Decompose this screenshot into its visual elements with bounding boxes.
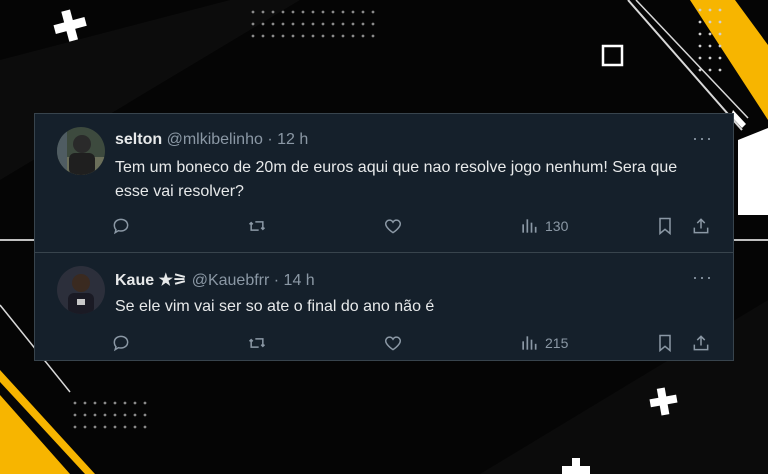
timestamp[interactable]: · 12 h (267, 131, 308, 148)
tweet[interactable]: Kaue ★⚞ @Kauebfrr · 14 h ··· Se ele vim … (35, 253, 733, 361)
like-icon[interactable] (383, 214, 403, 238)
more-icon[interactable]: ··· (692, 128, 713, 149)
views-icon[interactable]: 130 (519, 214, 568, 238)
display-name[interactable]: selton (115, 131, 162, 148)
retweet-icon[interactable] (247, 214, 267, 238)
view-count: 215 (545, 335, 569, 351)
handle[interactable]: @Kauebfrr (192, 272, 270, 289)
bookmark-icon[interactable] (655, 331, 675, 355)
avatar[interactable] (57, 127, 105, 175)
views-icon[interactable]: 215 (519, 331, 568, 355)
tweet-card: selton @mlkibelinho · 12 h ··· Tem um bo… (34, 113, 734, 361)
reply-icon[interactable] (111, 214, 131, 238)
more-icon[interactable]: ··· (692, 267, 713, 288)
like-icon[interactable] (383, 331, 403, 355)
retweet-icon[interactable] (247, 331, 267, 355)
timestamp[interactable]: · 14 h (274, 272, 315, 289)
tweet-text: Se ele vim vai ser so ate o final do ano… (115, 298, 435, 315)
display-name[interactable]: Kaue ★⚞ (115, 272, 187, 289)
avatar[interactable] (57, 266, 105, 314)
bookmark-icon[interactable] (655, 214, 675, 238)
reply-icon[interactable] (111, 331, 131, 355)
tweet[interactable]: selton @mlkibelinho · 12 h ··· Tem um bo… (35, 114, 733, 252)
tweet-actions: 215 (111, 331, 721, 355)
share-icon[interactable] (691, 214, 711, 238)
tweet-text: Tem um boneco de 20m de euros aqui que n… (115, 159, 678, 200)
tweet-actions: 130 (111, 214, 721, 238)
handle[interactable]: @mlkibelinho (167, 131, 263, 148)
tweet-header: Kaue ★⚞ @Kauebfrr · 14 h (115, 270, 315, 290)
tweet-header: selton @mlkibelinho · 12 h (115, 131, 308, 149)
view-count: 130 (545, 218, 569, 234)
share-icon[interactable] (691, 331, 711, 355)
